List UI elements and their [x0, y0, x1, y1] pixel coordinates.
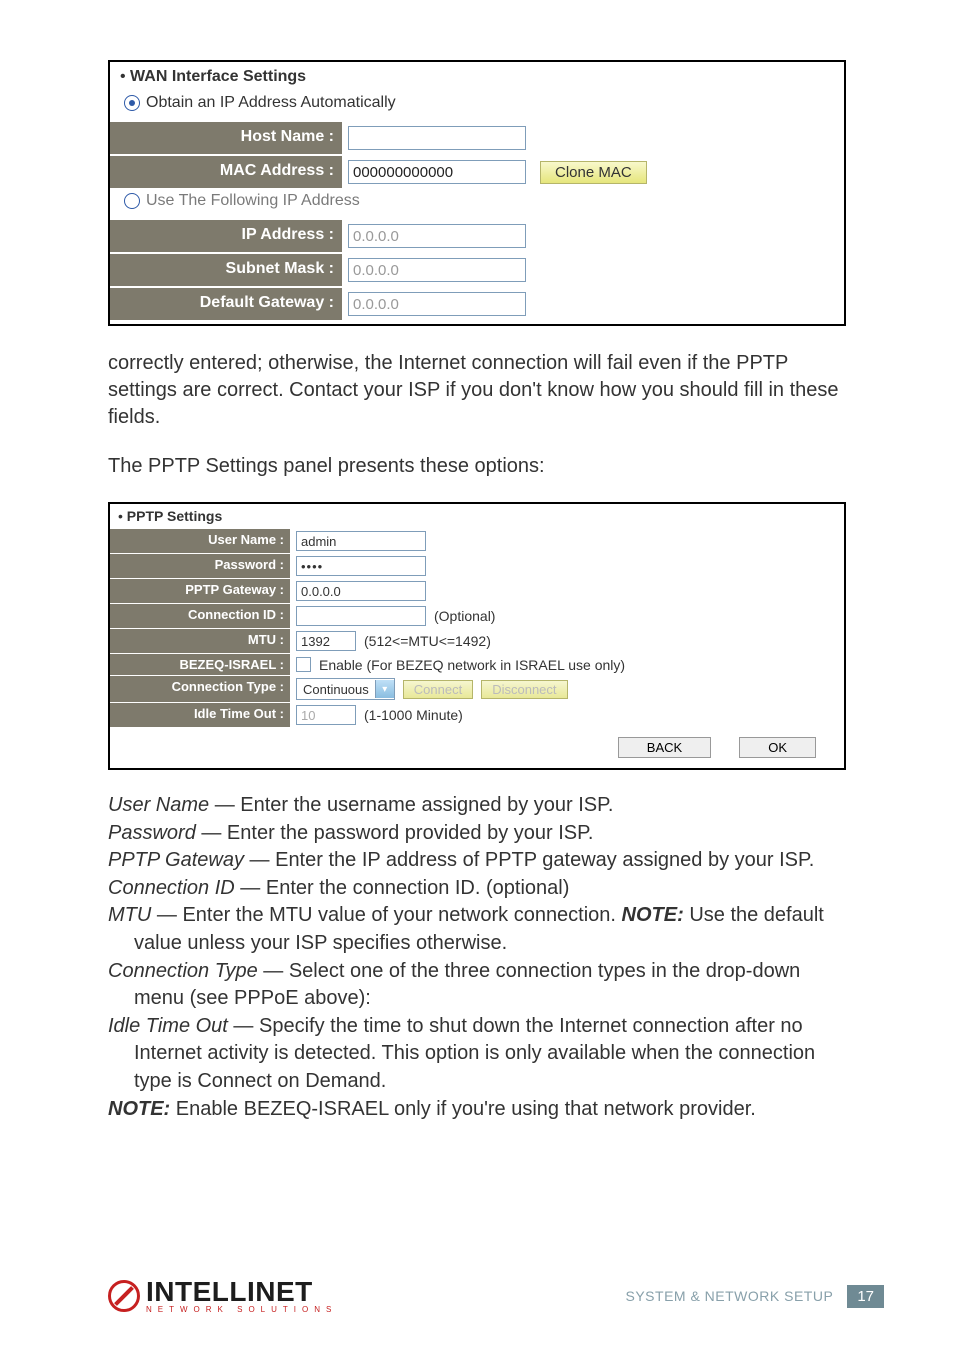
def-mtu-term: MTU [108, 904, 151, 926]
page-footer: INTELLINET NETWORK SOLUTIONS SYSTEM & NE… [108, 1279, 884, 1314]
radio-checked-icon [124, 95, 140, 111]
page-number-badge: 17 [847, 1285, 884, 1308]
default-gateway-label: Default Gateway : [110, 288, 342, 320]
default-gateway-input[interactable] [348, 292, 526, 316]
host-name-label: Host Name : [110, 122, 342, 154]
pptp-ctype-label: Connection Type : [110, 676, 290, 702]
wan-radio-static-label: Use The Following IP Address [146, 192, 360, 210]
intellinet-logo: INTELLINET NETWORK SOLUTIONS [108, 1279, 337, 1314]
ip-address-label: IP Address : [110, 220, 342, 252]
paragraph-2: The PPTP Settings panel presents these o… [108, 453, 846, 480]
pptp-cid-input[interactable] [296, 606, 426, 626]
def-user-name-text: — Enter the username assigned by your IS… [209, 794, 613, 816]
pptp-ok-button[interactable]: OK [739, 737, 816, 758]
footer-caption: SYSTEM & NETWORK SETUP [626, 1288, 834, 1304]
ip-address-input[interactable] [348, 224, 526, 248]
pptp-mtu-hint: (512<=MTU<=1492) [364, 633, 491, 649]
wan-radio-static[interactable]: Use The Following IP Address [110, 188, 844, 218]
def-pptp-gw-term: PPTP Gateway [108, 849, 244, 871]
def-note-term: NOTE: [108, 1098, 170, 1120]
pptp-gw-input[interactable] [296, 581, 426, 601]
def-idle-text: — Specify the time to shut down the Inte… [134, 1015, 815, 1092]
logo-sub-text: NETWORK SOLUTIONS [146, 1305, 337, 1314]
pptp-title: PPTP Settings [127, 508, 222, 524]
clone-mac-button[interactable]: Clone MAC [540, 161, 647, 184]
pptp-mtu-label: MTU : [110, 629, 290, 653]
wan-radio-auto[interactable]: Obtain an IP Address Automatically [110, 92, 844, 120]
wan-title: WAN Interface Settings [130, 68, 306, 85]
def-password-term: Password [108, 822, 196, 844]
pptp-gw-label: PPTP Gateway : [110, 579, 290, 603]
pptp-back-button[interactable]: BACK [618, 737, 711, 758]
pptp-user-input[interactable] [296, 531, 426, 551]
pptp-bezeq-checkbox[interactable] [296, 657, 311, 672]
wan-radio-auto-label: Obtain an IP Address Automatically [146, 94, 396, 112]
pptp-idle-input[interactable] [296, 705, 356, 725]
pptp-ctype-value: Continuous [297, 682, 375, 697]
pptp-cid-hint: (Optional) [434, 608, 495, 624]
pptp-title-row: • PPTP Settings [110, 504, 844, 528]
pptp-idle-label: Idle Time Out : [110, 703, 290, 727]
pptp-bezeq-hint: Enable (For BEZEQ network in ISRAEL use … [319, 657, 625, 673]
pptp-ctype-select[interactable]: Continuous ▾ [296, 678, 395, 700]
pptp-pass-label: Password : [110, 554, 290, 578]
pptp-bezeq-label: BEZEQ-ISRAEL : [110, 654, 290, 675]
pptp-disconnect-button[interactable]: Disconnect [481, 680, 567, 699]
def-password-text: — Enter the password provided by your IS… [196, 822, 594, 844]
paragraph-1: correctly entered; otherwise, the Intern… [108, 350, 846, 431]
definitions: User Name — Enter the username assigned … [108, 792, 846, 1123]
pptp-user-label: User Name : [110, 529, 290, 553]
pptp-connect-button[interactable]: Connect [403, 680, 473, 699]
wan-title-row: • WAN Interface Settings [110, 62, 844, 92]
subnet-mask-input[interactable] [348, 258, 526, 282]
wan-interface-settings-panel: • WAN Interface Settings Obtain an IP Ad… [108, 60, 846, 326]
def-cid-term: Connection ID [108, 877, 235, 899]
def-user-name-term: User Name [108, 794, 209, 816]
def-cid-text: — Enter the connection ID. (optional) [235, 877, 570, 899]
chevron-down-icon: ▾ [375, 680, 394, 698]
def-pptp-gw-text: — Enter the IP address of PPTP gateway a… [244, 849, 814, 871]
def-mtu-text: — Enter the MTU value of your network co… [151, 904, 621, 926]
mac-address-input[interactable] [348, 160, 526, 184]
pptp-pass-input[interactable] [296, 556, 426, 576]
pptp-mtu-input[interactable] [296, 631, 356, 651]
radio-unchecked-icon [124, 193, 140, 209]
def-idle-term: Idle Time Out [108, 1015, 228, 1037]
pptp-idle-hint: (1-1000 Minute) [364, 707, 463, 723]
mac-address-label: MAC Address : [110, 156, 342, 188]
logo-mark-icon [108, 1280, 140, 1312]
host-name-input[interactable] [348, 126, 526, 150]
def-note-text: Enable BEZEQ-ISRAEL only if you're using… [170, 1098, 756, 1120]
pptp-cid-label: Connection ID : [110, 604, 290, 628]
pptp-settings-panel: • PPTP Settings User Name : Password : P… [108, 502, 846, 770]
def-ctype-term: Connection Type [108, 960, 258, 982]
subnet-mask-label: Subnet Mask : [110, 254, 342, 286]
logo-main-text: INTELLINET [146, 1279, 337, 1304]
def-mtu-note: NOTE: [622, 904, 684, 926]
